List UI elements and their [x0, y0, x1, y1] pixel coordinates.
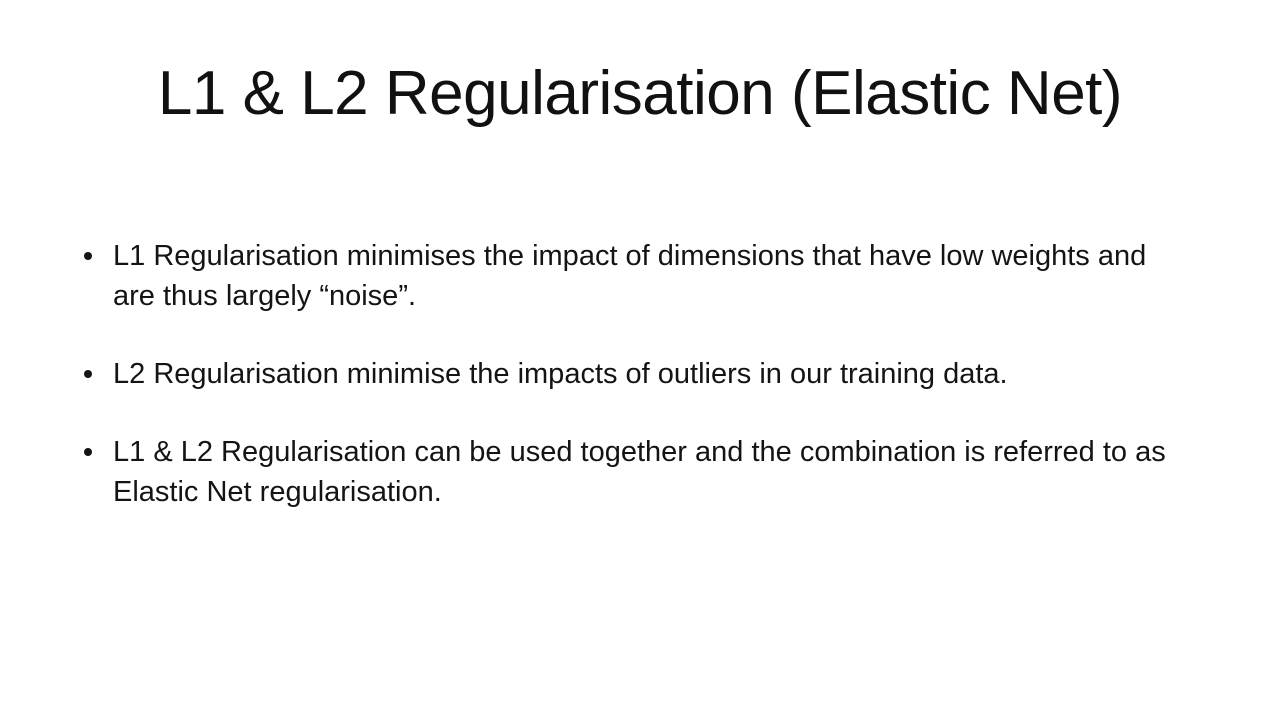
bullet-item: L1 Regularisation minimises the impact o…	[80, 236, 1190, 316]
bullet-dot-icon	[84, 252, 92, 260]
bullet-list: L1 Regularisation minimises the impact o…	[80, 236, 1190, 550]
slide: L1 & L2 Regularisation (Elastic Net) L1 …	[0, 0, 1280, 720]
bullet-dot-icon	[84, 448, 92, 456]
bullet-text: L1 Regularisation minimises the impact o…	[113, 240, 1147, 312]
bullet-text: L2 Regularisation minimise the impacts o…	[113, 358, 1008, 390]
bullet-text: L1 & L2 Regularisation can be used toget…	[113, 436, 1166, 508]
bullet-item: L2 Regularisation minimise the impacts o…	[80, 354, 1190, 394]
slide-title: L1 & L2 Regularisation (Elastic Net)	[157, 59, 1123, 128]
bullet-item: L1 & L2 Regularisation can be used toget…	[80, 432, 1190, 512]
bullet-dot-icon	[84, 370, 92, 378]
